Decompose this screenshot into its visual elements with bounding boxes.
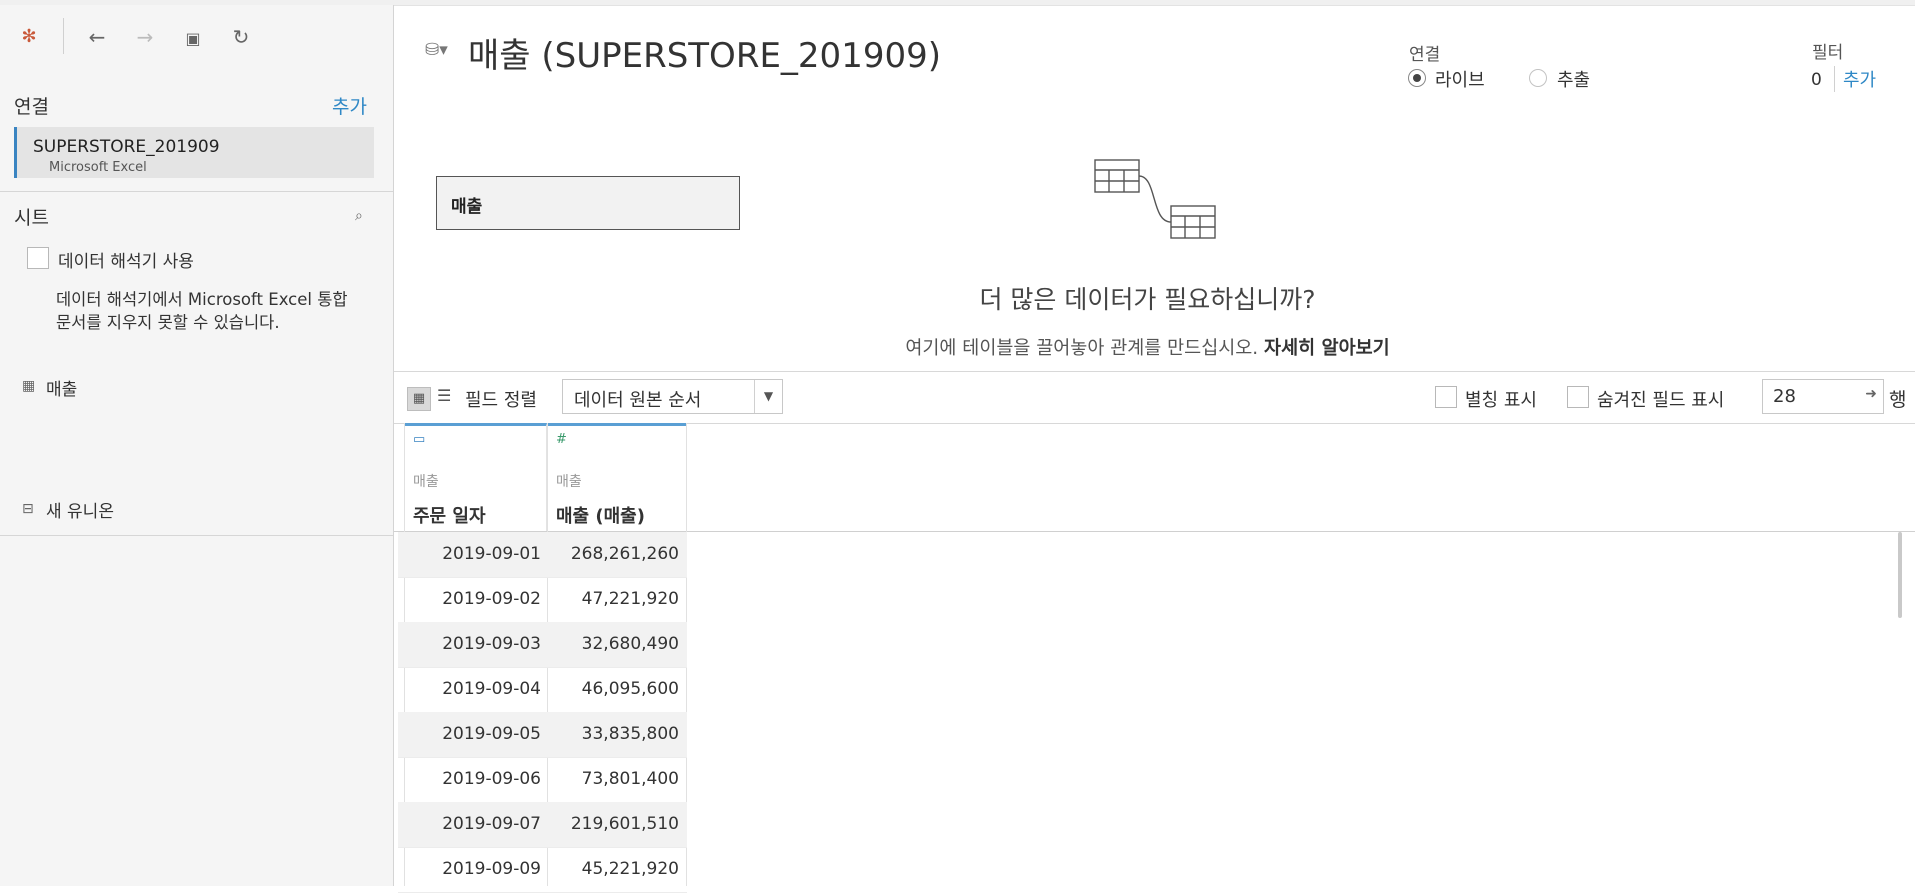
new-union-item[interactable]: 새 유니온 (46, 497, 114, 522)
sort-fields-label: 필드 정렬 (465, 390, 537, 411)
rows-label: 행 (1889, 389, 1907, 411)
relationship-illustration-icon (1094, 159, 1216, 239)
sales-cell: 219,601,510 (570, 814, 679, 834)
page-title: 매출 (SUPERSTORE_201909) (468, 36, 941, 76)
column-header-order-date[interactable]: ▭ 매출 주문 일자 (405, 423, 547, 534)
live-label[interactable]: 라이브 (1435, 66, 1485, 92)
calendar-icon[interactable]: ▭ (413, 432, 425, 447)
table-tile-label: 매출 (451, 197, 483, 217)
number-hash-icon[interactable]: # (556, 432, 567, 447)
add-filter-link[interactable]: 추가 (1843, 66, 1876, 92)
extract-label[interactable]: 추출 (1557, 66, 1590, 92)
data-source-sidebar: ✻ ← → ▣ ↻ 연결 추가 SUPERSTORE_201909 Micros… (0, 5, 394, 886)
order-date-cell: 2019-09-07 (442, 814, 541, 834)
list-view-icon[interactable]: ☰ (437, 386, 451, 405)
connection-type: Microsoft Excel (49, 160, 147, 175)
filter-divider (1834, 66, 1835, 92)
table-row: 2019-09-02 47,221,920 (398, 577, 687, 623)
more-data-title-text: 더 많은 데이터가 필요하십니까? (979, 285, 1316, 314)
grid-view-icon[interactable]: ▦ (407, 387, 431, 411)
refresh-icon[interactable]: ↻ (228, 25, 254, 49)
sales-cell: 268,261,260 (570, 544, 679, 564)
table-tile-sales[interactable]: 매출 (436, 176, 740, 230)
order-date-cell: 2019-09-01 (442, 544, 541, 564)
show-aliases-checkbox[interactable] (1435, 386, 1457, 408)
table-row: 2019-09-01 268,261,260 (398, 532, 687, 578)
apply-arrow-icon[interactable]: ➜ (1865, 386, 1877, 402)
order-date-cell: 2019-09-09 (442, 859, 541, 879)
add-connection-link[interactable]: 추가 (332, 92, 367, 119)
extract-radio[interactable] (1529, 69, 1547, 87)
order-date-cell: 2019-09-06 (442, 769, 541, 789)
sales-cell: 45,221,920 (581, 859, 679, 879)
connections-label: 연결 (14, 96, 49, 118)
filter-count: 0 (1811, 70, 1822, 90)
sales-cell: 32,680,490 (581, 634, 679, 654)
sidebar-bottom-divider (0, 535, 393, 536)
table-row: 2019-09-09 45,221,920 (398, 847, 687, 893)
sheets-label: 시트 (14, 207, 49, 229)
sheet-item-sales[interactable]: 매출 (46, 375, 77, 400)
table-row: 2019-09-05 33,835,800 (398, 712, 687, 758)
show-aliases-label: 별칭 표시 (1465, 390, 1537, 411)
rows-count-input[interactable]: 28 ➜ (1762, 379, 1884, 414)
column-header-sales[interactable]: # 매출 매출 (매출) (548, 423, 687, 534)
table-row: 2019-09-07 219,601,510 (398, 802, 687, 848)
more-data-description: 여기에 테이블을 끌어놓아 관계를 만드십시오. (905, 338, 1259, 359)
interpreter-label: 데이터 해석기 사용 (58, 252, 194, 272)
column-name: 매출 (매출) (556, 506, 645, 527)
table-row: 2019-09-03 32,680,490 (398, 622, 687, 668)
search-icon[interactable]: ⌕ (355, 208, 363, 224)
more-data-prompt-title: 더 많은 데이터가 필요하십니까? (0, 280, 1915, 316)
grid-toolbar: ▦ ☰ 필드 정렬 데이터 원본 순서 ▼ 별칭 표시 숨겨진 필드 표시 28… (394, 371, 1915, 424)
sales-cell: 46,095,600 (581, 679, 679, 699)
connection-item[interactable]: SUPERSTORE_201909 Microsoft Excel (14, 127, 374, 178)
tableau-logo-icon[interactable]: ✻ (16, 25, 42, 49)
back-arrow-icon[interactable]: ← (84, 25, 110, 49)
forward-arrow-icon[interactable]: → (132, 25, 158, 49)
sidebar-divider (0, 191, 393, 192)
order-date-cell: 2019-09-03 (442, 634, 541, 654)
sales-cell: 33,835,800 (581, 724, 679, 744)
show-hidden-fields-checkbox[interactable] (1567, 386, 1589, 408)
sort-fields-select[interactable]: 데이터 원본 순서 ▼ (562, 379, 783, 414)
interpreter-checkbox[interactable] (27, 247, 49, 269)
order-date-cell: 2019-09-04 (442, 679, 541, 699)
learn-more-link[interactable]: 자세히 알아보기 (1264, 338, 1390, 359)
database-icon[interactable]: ⛁▾ (425, 40, 448, 60)
show-hidden-fields-label: 숨겨진 필드 표시 (1597, 390, 1725, 411)
table-row: 2019-09-06 73,801,400 (398, 757, 687, 803)
column-source: 매출 (413, 474, 439, 490)
filter-label: 필터 (1812, 43, 1844, 63)
column-source: 매출 (556, 474, 582, 490)
order-date-cell: 2019-09-05 (442, 724, 541, 744)
sort-fields-value: 데이터 원본 순서 (574, 390, 702, 411)
toolbar-divider (63, 18, 64, 54)
table-grid-icon: ▦ (22, 378, 36, 394)
live-radio[interactable] (1408, 69, 1426, 87)
more-data-prompt-text: 여기에 테이블을 끌어놓아 관계를 만드십시오. 자세히 알아보기 (0, 334, 1915, 360)
sales-cell: 73,801,400 (581, 769, 679, 789)
chevron-down-icon[interactable]: ▼ (754, 380, 782, 413)
vertical-scrollbar[interactable] (1898, 532, 1902, 618)
save-icon[interactable]: ▣ (180, 27, 206, 51)
union-icon: ⊟ (22, 501, 34, 517)
table-row: 2019-09-04 46,095,600 (398, 667, 687, 713)
sales-cell: 47,221,920 (581, 589, 679, 609)
column-name: 주문 일자 (413, 506, 486, 527)
rows-count-value: 28 (1773, 386, 1796, 407)
connection-name: SUPERSTORE_201909 (33, 137, 220, 157)
connection-mode-label: 연결 (1409, 45, 1441, 65)
order-date-cell: 2019-09-02 (442, 589, 541, 609)
